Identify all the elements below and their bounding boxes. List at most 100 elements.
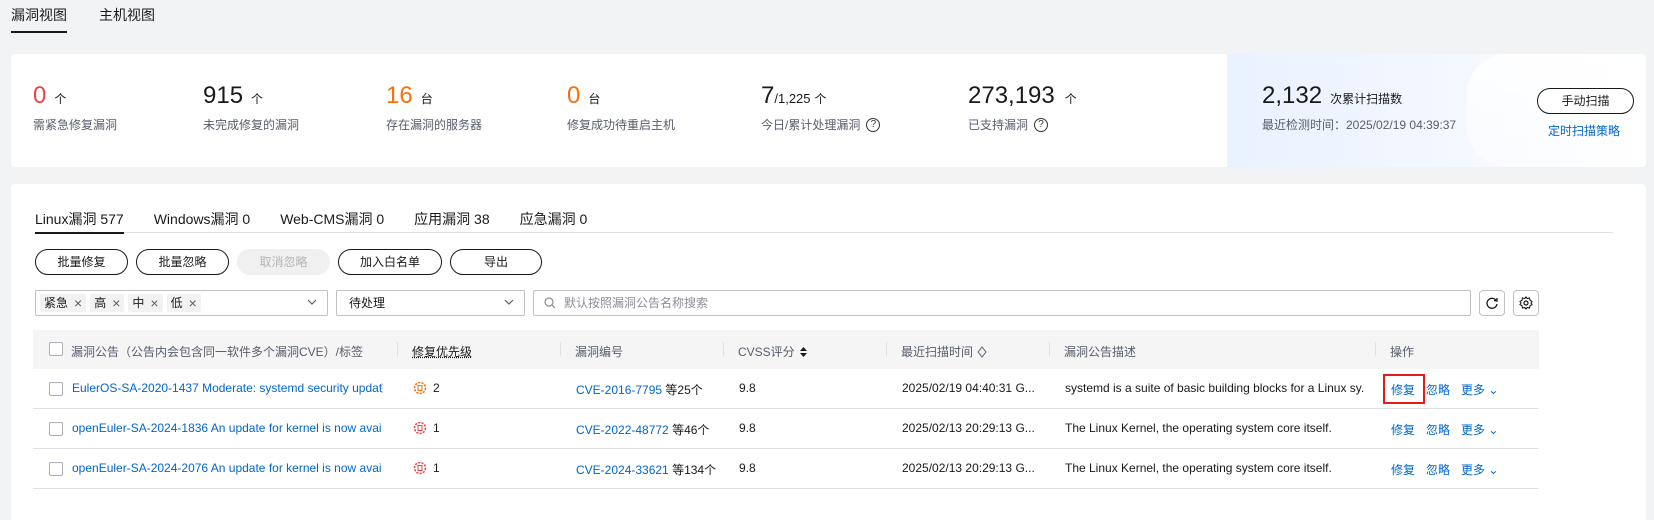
fix-link[interactable]: 修复 [1391, 461, 1415, 478]
advisory-link[interactable]: openEuler-SA-2024-2076 An update for ker… [72, 461, 382, 475]
scan-policy-link[interactable]: 定时扫描策略 [1548, 122, 1620, 139]
chevron-down-icon[interactable] [504, 297, 514, 307]
priority-value: 2 [433, 381, 440, 395]
stat-value: 16 [386, 82, 413, 109]
fix-link[interactable]: 修复 [1391, 381, 1415, 398]
column-divider [1375, 342, 1376, 356]
severity-chip: 紧急 × [40, 294, 87, 312]
stat-handled: 7/1,225 个 今日/累计处理漏洞? [761, 82, 881, 133]
chevron-down-icon: ⌄ [1488, 383, 1499, 397]
view-tabs: 漏洞视图 主机视图 [11, 0, 155, 33]
header-scan-time-label: 最近扫描时间 [901, 345, 974, 359]
export-button[interactable]: 导出 [450, 249, 542, 275]
description: The Linux Kernel, the operating system c… [1065, 421, 1332, 435]
ignore-link[interactable]: 忽略 [1426, 421, 1450, 438]
tab-linux[interactable]: Linux漏洞 577 [35, 209, 124, 234]
help-icon[interactable]: ? [866, 117, 881, 132]
stat-value-total: /1,225 [774, 91, 811, 106]
tab-application[interactable]: 应用漏洞 38 [414, 209, 489, 233]
cancel-ignore-button[interactable]: 取消忽略 [237, 249, 330, 275]
settings-button[interactable] [1513, 290, 1539, 316]
close-icon[interactable]: × [150, 294, 158, 312]
sort-icon[interactable] [977, 345, 987, 358]
priority-cell: 1 [413, 461, 440, 475]
batch-ignore-button[interactable]: 批量忽略 [136, 249, 229, 275]
stat-label: 已支持漏洞 [968, 118, 1029, 132]
header-description: 漏洞公告描述 [1064, 345, 1137, 359]
manual-scan-button[interactable]: 手动扫描 [1537, 88, 1634, 114]
ignore-link[interactable]: 忽略 [1426, 461, 1450, 478]
description: The Linux Kernel, the operating system c… [1065, 461, 1332, 475]
tab-vulnerability-view[interactable]: 漏洞视图 [11, 0, 67, 33]
close-icon[interactable]: × [189, 294, 197, 312]
row-checkbox[interactable] [49, 462, 63, 476]
close-icon[interactable]: × [112, 294, 120, 312]
stat-pending-reboot: 0台 修复成功待重启主机 [567, 82, 675, 133]
stat-label: 未完成修复的漏洞 [203, 118, 300, 132]
priority-value: 1 [433, 421, 440, 435]
stat-label: 需紧急修复漏洞 [33, 118, 118, 132]
vulnerability-table: 漏洞公告（公告内会包含同一软件多个漏洞CVE）/标签 修复优先级 漏洞编号 CV… [33, 330, 1539, 489]
column-divider [723, 342, 724, 356]
select-all-checkbox[interactable] [49, 342, 63, 356]
stat-unit: 台 [420, 92, 433, 106]
help-icon[interactable]: ? [1034, 117, 1049, 132]
vulnerability-list-card: Linux漏洞 577 Windows漏洞 0 Web-CMS漏洞 0 应用漏洞… [11, 184, 1646, 520]
header-priority[interactable]: 修复优先级 [412, 343, 472, 360]
stat-value: 7 [761, 82, 775, 109]
search-input[interactable]: 默认按照漏洞公告名称搜索 [533, 290, 1471, 316]
more-dropdown[interactable]: 更多 ⌄ [1461, 381, 1498, 398]
priority-value: 1 [433, 461, 440, 475]
priority-gear-icon [413, 461, 427, 475]
add-whitelist-button[interactable]: 加入白名单 [338, 249, 442, 275]
tab-host-view[interactable]: 主机视图 [99, 0, 155, 33]
severity-chip: 高 × [90, 294, 125, 312]
severity-select[interactable]: 紧急 × 高 × 中 × 低 × [35, 290, 328, 316]
sort-icon[interactable] [799, 346, 808, 358]
status-select-value: 待处理 [349, 296, 386, 310]
scan-count: 2,132 [1262, 82, 1323, 109]
cve-cell: CVE-2022-48772 等46个 [576, 421, 709, 438]
cvss-score: 9.8 [739, 381, 756, 395]
stat-value: 273,193 [968, 82, 1055, 109]
status-select[interactable]: 待处理 [336, 290, 525, 316]
row-checkbox[interactable] [49, 422, 63, 436]
chip-label: 紧急 [44, 296, 69, 310]
header-scan-time[interactable]: 最近扫描时间 [901, 343, 987, 360]
severity-chip: 中 × [128, 294, 163, 312]
chevron-down-icon: ⌄ [1488, 463, 1499, 477]
description: systemd is a suite of basic building blo… [1065, 381, 1365, 395]
cve-link[interactable]: CVE-2016-7795 [576, 383, 662, 397]
header-cvss[interactable]: CVSS评分 [738, 343, 808, 360]
stat-unit: 个 [1064, 92, 1077, 106]
column-divider [1049, 342, 1050, 356]
stat-unit: 台 [588, 92, 601, 106]
more-dropdown[interactable]: 更多 ⌄ [1461, 421, 1498, 438]
tab-emergency[interactable]: 应急漏洞 0 [520, 209, 588, 233]
chevron-down-icon[interactable] [307, 297, 317, 307]
tab-windows[interactable]: Windows漏洞 0 [154, 209, 250, 233]
vuln-type-tabs: Linux漏洞 577 Windows漏洞 0 Web-CMS漏洞 0 应用漏洞… [35, 209, 1613, 234]
stat-unit: 个 [251, 92, 264, 106]
advisory-link[interactable]: openEuler-SA-2024-1836 An update for ker… [72, 421, 382, 435]
cve-link[interactable]: CVE-2024-33621 [576, 463, 669, 477]
tab-web-cms[interactable]: Web-CMS漏洞 0 [280, 209, 384, 233]
refresh-button[interactable] [1479, 290, 1505, 316]
column-divider [397, 342, 398, 356]
advisory-link[interactable]: EulerOS-SA-2020-1437 Moderate: systemd s… [72, 381, 382, 395]
stat-urgent: 0个 需紧急修复漏洞 [33, 82, 117, 133]
filter-bar: 紧急 × 高 × 中 × 低 × 待处理 默认按照漏洞公告名称搜索 [35, 290, 1539, 316]
fix-link[interactable]: 修复 [1391, 421, 1415, 438]
more-dropdown[interactable]: 更多 ⌄ [1461, 461, 1498, 478]
cve-link[interactable]: CVE-2022-48772 [576, 423, 669, 437]
cvss-score: 9.8 [739, 461, 756, 475]
row-checkbox[interactable] [49, 382, 63, 396]
search-placeholder: 默认按照漏洞公告名称搜索 [564, 296, 709, 310]
scan-panel: 2,132 次累计扫描数 最近检测时间：2025/02/19 04:39:37 手… [1227, 54, 1646, 167]
stat-value: 0 [33, 82, 47, 109]
priority-cell: 1 [413, 421, 440, 435]
cve-more: 等46个 [672, 423, 710, 437]
ignore-link[interactable]: 忽略 [1426, 381, 1450, 398]
close-icon[interactable]: × [74, 294, 82, 312]
batch-fix-button[interactable]: 批量修复 [35, 249, 128, 275]
